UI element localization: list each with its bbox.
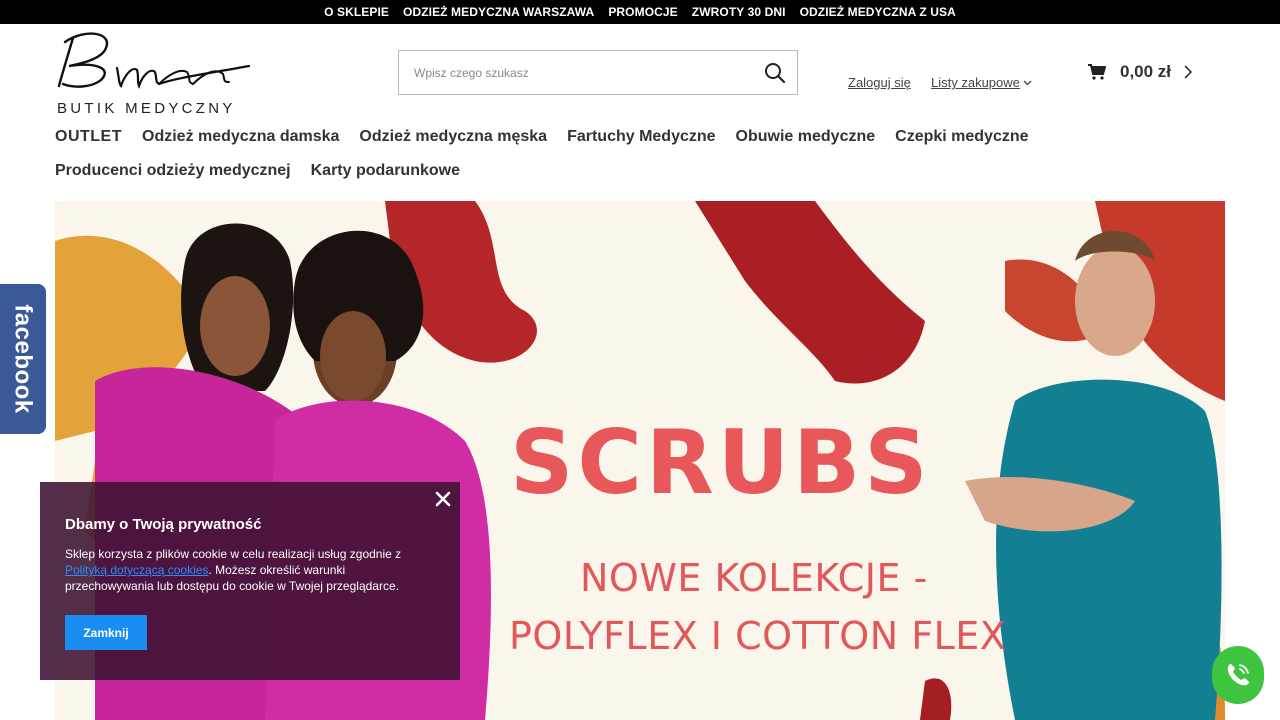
shopping-lists-label: Listy zakupowe (931, 75, 1020, 90)
chevron-down-icon (1023, 80, 1032, 85)
topbar-link-promotions[interactable]: PROMOCJE (601, 5, 684, 19)
logo[interactable]: BUTIK MEDYCZNY (55, 28, 255, 118)
search-icon[interactable] (763, 61, 787, 85)
chevron-right-icon (1184, 65, 1193, 79)
cookie-title: Dbamy o Twoją prywatność (65, 516, 262, 533)
cart-button[interactable]: 0,00 zł (1088, 60, 1193, 84)
cart-icon (1088, 64, 1106, 80)
nav-item-outlet[interactable]: OUTLET (55, 128, 122, 146)
phone-contact-button[interactable] (1212, 646, 1264, 704)
banner-subtitle-line1: NOWE KOLEKCJE - (580, 556, 928, 600)
facebook-tab[interactable]: facebook (0, 284, 46, 434)
cookie-text: Sklep korzysta z plików cookie w celu re… (65, 546, 435, 594)
main-navigation: OUTLET Odzież medyczna damska Odzież med… (55, 120, 1055, 188)
top-bar: O SKLEPIE ODZIEŻ MEDYCZNA WARSZAWA PROMO… (0, 0, 1280, 24)
topbar-link-warsaw[interactable]: ODZIEŻ MEDYCZNA WARSZAWA (396, 5, 601, 19)
close-icon[interactable] (434, 490, 452, 508)
nav-item-caps[interactable]: Czepki medyczne (895, 128, 1028, 146)
nav-item-men[interactable]: Odzież medyczna męska (359, 128, 547, 146)
topbar-link-about[interactable]: O SKLEPIE (317, 5, 396, 19)
nav-item-gift-cards[interactable]: Karty podarunkowe (311, 162, 460, 180)
facebook-label: facebook (10, 304, 37, 414)
nav-item-producers[interactable]: Producenci odzieży medycznej (55, 162, 291, 180)
shopping-lists-link[interactable]: Listy zakupowe (931, 75, 1032, 90)
search-box (398, 50, 798, 95)
banner-subtitle-line2: POLYFLEX I COTTON FLEX (509, 614, 1007, 658)
phone-icon (1227, 664, 1249, 686)
logo-text: BUTIK MEDYCZNY (57, 100, 236, 117)
cookie-consent-panel: Dbamy o Twoją prywatność Sklep korzysta … (40, 482, 460, 680)
topbar-link-usa[interactable]: ODZIEŻ MEDYCZNA Z USA (793, 5, 963, 19)
nav-row: Producenci odzieży medycznej Karty podar… (55, 154, 1055, 188)
nav-row: OUTLET Odzież medyczna damska Odzież med… (55, 120, 1055, 154)
logo-signature (57, 32, 251, 89)
cart-total: 0,00 zł (1120, 62, 1172, 81)
banner-headline: SCRUBS (510, 411, 932, 514)
search-input[interactable] (399, 51, 749, 94)
cookie-policy-link[interactable]: Polityką dotyczącą cookies (65, 563, 208, 577)
topbar-link-returns[interactable]: ZWROTY 30 DNI (685, 5, 793, 19)
cookie-text-before: Sklep korzysta z plików cookie w celu re… (65, 547, 402, 561)
nav-item-shoes[interactable]: Obuwie medyczne (736, 128, 876, 146)
close-cookie-button[interactable]: Zamknij (65, 615, 147, 650)
login-link[interactable]: Zaloguj się (848, 75, 911, 90)
nav-item-coats[interactable]: Fartuchy Medyczne (567, 128, 715, 146)
nav-item-women[interactable]: Odzież medyczna damska (142, 128, 339, 146)
